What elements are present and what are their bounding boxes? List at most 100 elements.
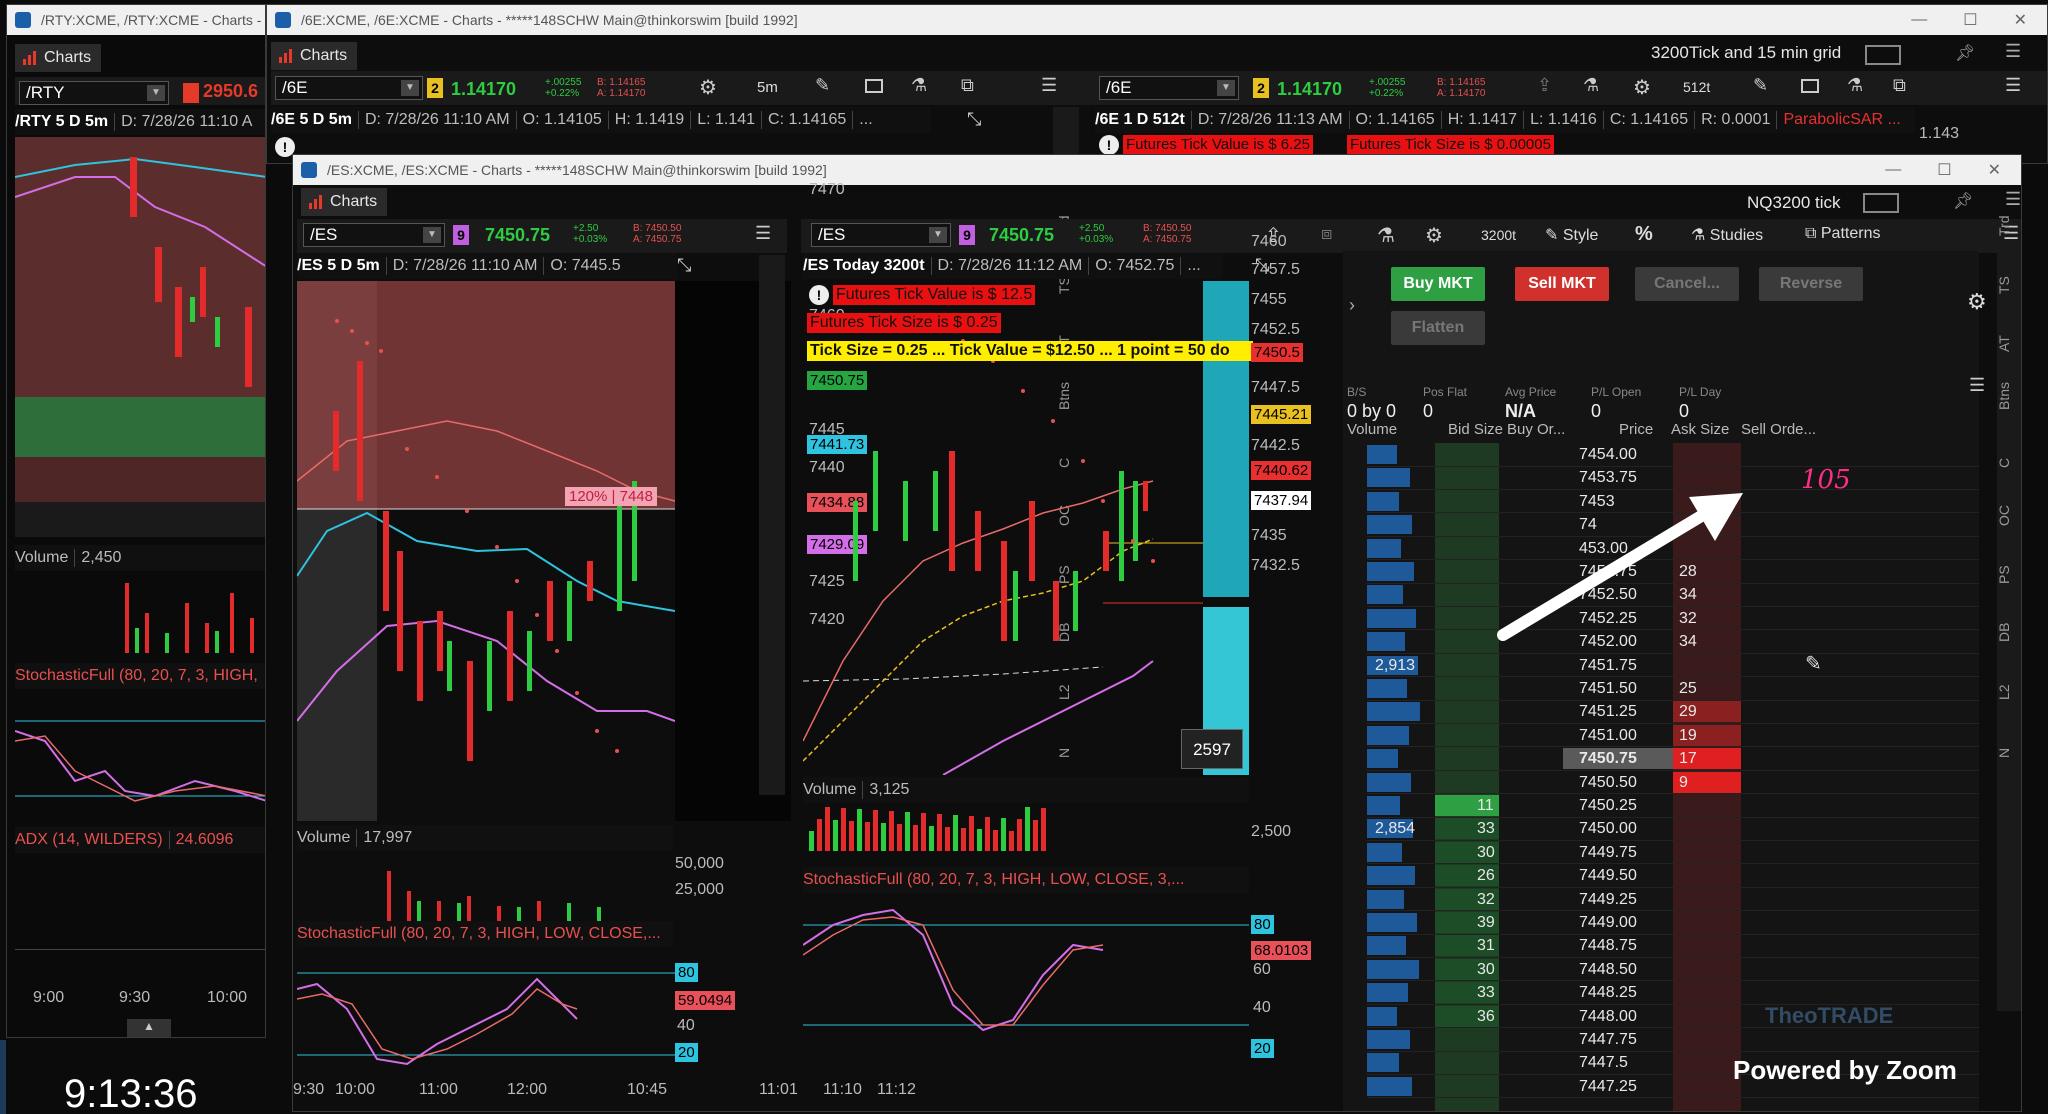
- e6-charts-tab[interactable]: Charts: [271, 42, 358, 70]
- chevron-right-icon[interactable]: ›: [1349, 295, 1355, 316]
- pin-icon[interactable]: 📌︎: [1953, 191, 1973, 211]
- minimize-icon[interactable]: —: [1911, 11, 1927, 29]
- flatten-button[interactable]: Flatten: [1391, 311, 1485, 345]
- rectangle-icon[interactable]: [865, 79, 883, 93]
- es-mid-symbol-selector[interactable]: /ES ▼: [811, 223, 951, 247]
- table-row[interactable]: 11 7450.25: [1367, 794, 1979, 818]
- menu-icon[interactable]: ☰: [2005, 189, 2021, 210]
- table-row[interactable]: 31 7448.75: [1367, 934, 1979, 958]
- gear-icon[interactable]: ⚙: [1425, 223, 1443, 248]
- table-row[interactable]: 2,854 33 7450.00: [1367, 817, 1979, 841]
- drawing-tools-icon[interactable]: ✎: [1753, 75, 1768, 96]
- side-tab[interactable]: Trd: [1996, 210, 2012, 236]
- studies-icon[interactable]: ⚗: [1847, 75, 1863, 96]
- patterns-menu[interactable]: ⧉ Patterns: [1805, 225, 1880, 243]
- table-row[interactable]: 26 7449.50: [1367, 864, 1979, 888]
- minimize-icon[interactable]: —: [1885, 161, 1901, 179]
- table-row[interactable]: 17 7450.75: [1367, 747, 1979, 771]
- rectangle-icon[interactable]: [1801, 79, 1819, 93]
- menu-icon[interactable]: ☰: [1041, 75, 1057, 96]
- side-tab[interactable]: OC: [1996, 500, 2012, 526]
- flask-icon[interactable]: ⚗: [1583, 75, 1599, 96]
- table-row[interactable]: 30 7449.75: [1367, 841, 1979, 865]
- percent-icon[interactable]: %: [1635, 223, 1653, 246]
- e6-right-ticks[interactable]: 512t: [1683, 79, 1710, 95]
- e6-symbol-selector[interactable]: /6E ▼: [275, 76, 423, 100]
- share-icon[interactable]: ⇪: [1537, 75, 1552, 96]
- close-icon[interactable]: ✕: [1988, 160, 2001, 180]
- rty-symbol-selector[interactable]: /RTY ▼: [19, 81, 169, 105]
- drawing-tools-icon[interactable]: ✎: [815, 75, 830, 96]
- cancel-button[interactable]: Cancel...: [1635, 267, 1739, 301]
- ladder-column-header[interactable]: Volume: [1347, 421, 1397, 438]
- flask-icon[interactable]: ⚗: [911, 75, 927, 96]
- pin-icon[interactable]: 📌︎: [1955, 43, 1975, 63]
- side-tab[interactable]: PS: [1996, 558, 2012, 584]
- e6-title-bar[interactable]: /6E:XCME, /6E:XCME - Charts - *****148SC…: [267, 5, 2047, 35]
- table-row[interactable]: 32 7449.25: [1367, 888, 1979, 912]
- e6-right-symbol-selector[interactable]: /6E ▼: [1099, 76, 1239, 100]
- es-charts-tab[interactable]: Charts: [301, 188, 388, 216]
- ladder-column-header[interactable]: Ask Size: [1671, 421, 1729, 438]
- table-row[interactable]: 25 7451.50: [1367, 677, 1979, 701]
- crosshair-icon[interactable]: ⤡: [967, 109, 981, 130]
- es-title-bar[interactable]: /ES:XCME, /ES:XCME - Charts - *****148SC…: [293, 155, 2021, 185]
- grid-layout-icon[interactable]: [1863, 193, 1899, 213]
- side-tab[interactable]: TS: [1996, 268, 2012, 294]
- ladder-column-header[interactable]: Price: [1619, 421, 1653, 438]
- studies-menu[interactable]: ⚗ Studies: [1691, 225, 1763, 245]
- table-row[interactable]: 9 7450.50: [1367, 771, 1979, 795]
- patterns-icon[interactable]: ⧉: [961, 75, 974, 96]
- flask-icon[interactable]: ⚗: [1377, 223, 1395, 248]
- collapse-handle[interactable]: ▲: [127, 1019, 171, 1037]
- table-row[interactable]: 7447.75: [1367, 1028, 1979, 1052]
- e6-link-badge[interactable]: 2: [427, 78, 443, 98]
- style-menu[interactable]: ✎ Style: [1545, 225, 1598, 245]
- rty-charts-tab[interactable]: Charts: [15, 44, 102, 72]
- buy-mkt-button[interactable]: Buy MKT: [1391, 267, 1485, 301]
- table-row[interactable]: 33 7448.25: [1367, 981, 1979, 1005]
- menu-icon[interactable]: ☰: [755, 223, 771, 244]
- side-tab[interactable]: L2: [1996, 674, 2012, 700]
- menu-icon[interactable]: ☰: [2005, 41, 2021, 62]
- es-mid-link-badge[interactable]: 9: [959, 225, 975, 245]
- side-tab[interactable]: Btns: [1996, 382, 2012, 410]
- e6-interval[interactable]: 5m: [757, 79, 778, 96]
- gear-icon[interactable]: ⚙: [699, 75, 717, 100]
- layout-icon[interactable]: ⧈: [1321, 223, 1332, 244]
- e6-right-link-badge[interactable]: 2: [1253, 78, 1269, 98]
- table-row[interactable]: 7454.00: [1367, 443, 1979, 467]
- menu-icon[interactable]: ☰: [2005, 75, 2021, 96]
- maximize-icon[interactable]: ☐: [1963, 10, 1977, 30]
- side-tab[interactable]: AT: [1996, 326, 2012, 352]
- menu-icon[interactable]: ☰: [1969, 375, 1985, 396]
- es-left-side-tabs[interactable]: [759, 255, 785, 795]
- ladder-column-header[interactable]: Sell Orde...: [1741, 421, 1816, 438]
- es-left-price-chart[interactable]: [297, 281, 675, 821]
- rty-price-chart[interactable]: [15, 137, 266, 537]
- ladder-column-header[interactable]: Bid Size: [1448, 421, 1503, 438]
- side-tab[interactable]: N: [1996, 732, 2012, 758]
- rty-link-badge[interactable]: [183, 83, 199, 103]
- maximize-icon[interactable]: ☐: [1937, 160, 1951, 180]
- table-row[interactable]: 30 7448.50: [1367, 958, 1979, 982]
- ladder-column-header[interactable]: Buy Or...: [1507, 421, 1565, 438]
- side-tab[interactable]: DB: [1996, 616, 2012, 642]
- gear-icon[interactable]: ⚙: [1967, 289, 1987, 315]
- close-icon[interactable]: ✕: [2014, 10, 2027, 30]
- es-left-symbol-selector[interactable]: /ES ▼: [303, 223, 445, 247]
- crosshair-icon[interactable]: ⤡: [677, 255, 691, 276]
- sell-mkt-button[interactable]: Sell MKT: [1515, 267, 1609, 301]
- table-row[interactable]: 2,913 7451.75: [1367, 654, 1979, 678]
- es-left-link-badge[interactable]: 9: [453, 225, 469, 245]
- patterns-icon[interactable]: ⧉: [1893, 75, 1906, 96]
- reverse-button[interactable]: Reverse: [1759, 267, 1863, 301]
- rty-title-bar[interactable]: /RTY:XCME, /RTY:XCME - Charts - *****: [7, 5, 265, 35]
- grid-layout-icon[interactable]: [1865, 45, 1901, 65]
- es-mid-ticks[interactable]: 3200t: [1481, 227, 1516, 243]
- gear-icon[interactable]: ⚙: [1633, 75, 1651, 100]
- side-tab[interactable]: C: [1996, 442, 2012, 468]
- table-row[interactable]: 39 7449.00: [1367, 911, 1979, 935]
- table-row[interactable]: 29 7451.25: [1367, 700, 1979, 724]
- table-row[interactable]: 19 7451.00: [1367, 724, 1979, 748]
